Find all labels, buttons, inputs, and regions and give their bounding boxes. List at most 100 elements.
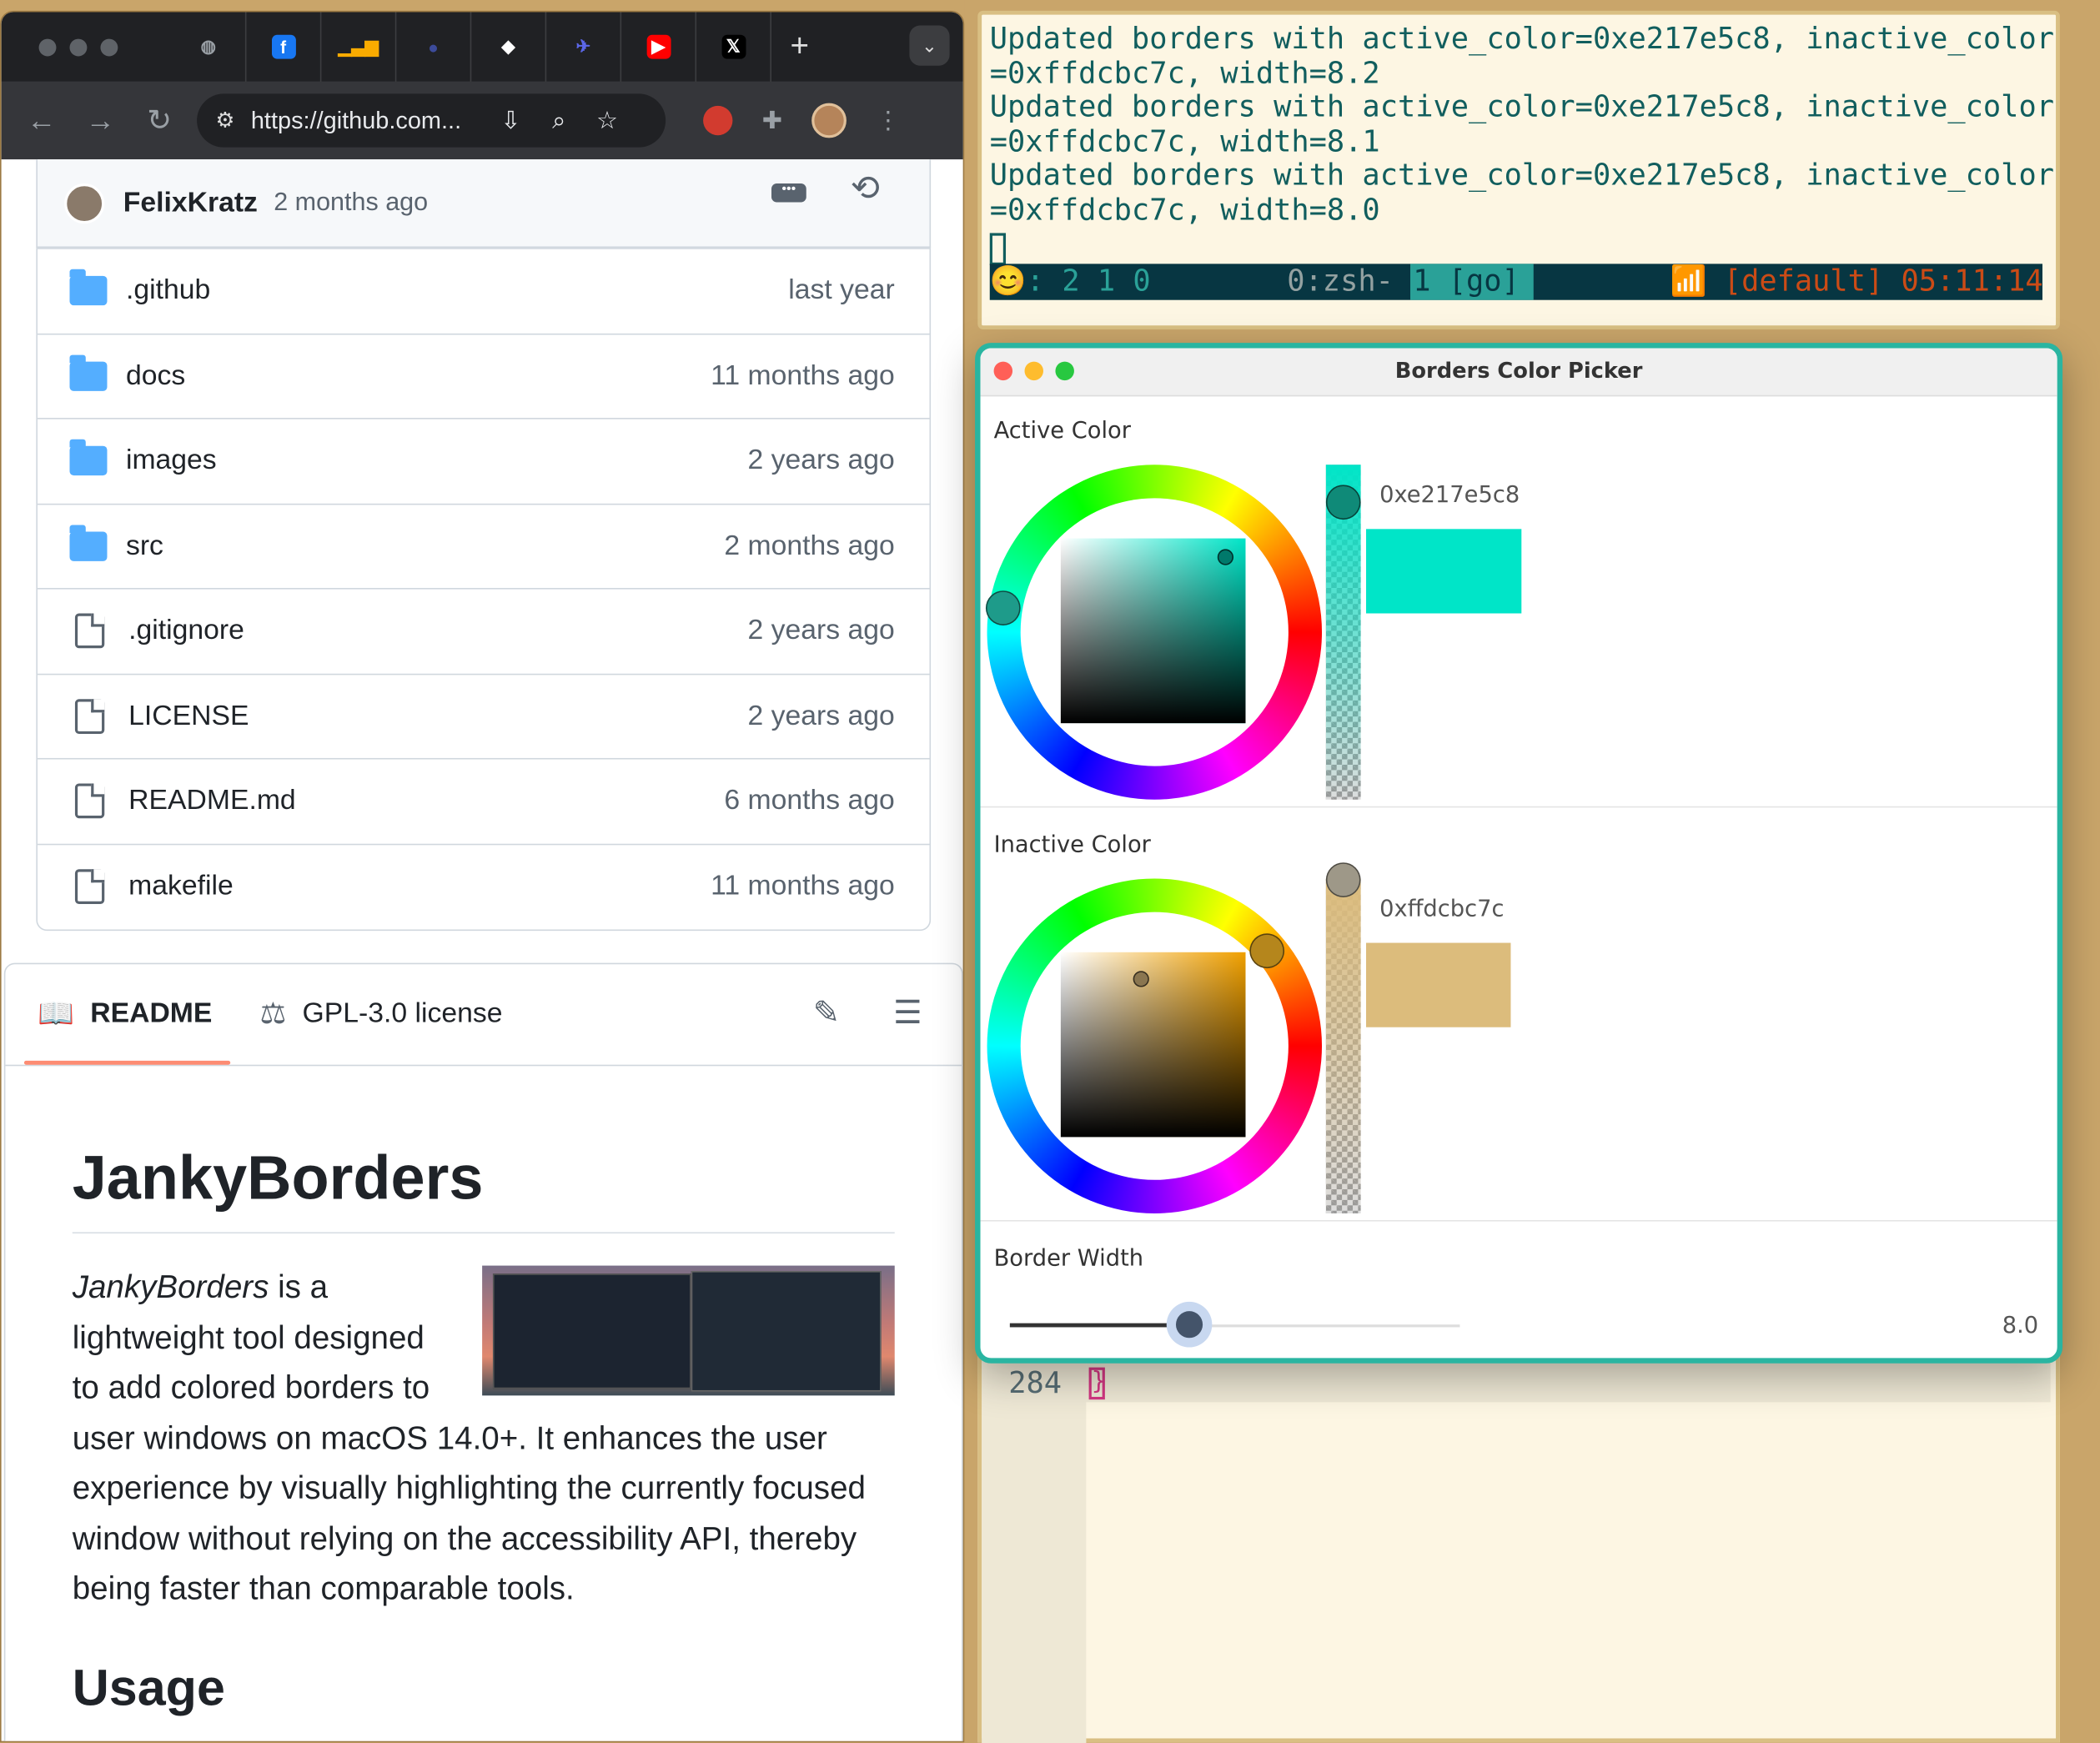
tab-strip: ◍ f ▁▃▆ ● ◆ ✈ ▶ 𝕏 + ⌄ — [1, 12, 963, 82]
install-app-icon[interactable]: ⇩ — [495, 107, 527, 135]
globe-icon: ◍ — [200, 36, 216, 57]
folder-icon — [69, 269, 108, 306]
terminal-line: Updated borders with active_color=0xe217… — [989, 23, 2054, 57]
analytics-icon: ▁▃▆ — [338, 36, 379, 57]
commit-message-toggle-icon[interactable]: ••• — [771, 183, 806, 203]
extensions-puzzle-icon[interactable]: ✚ — [762, 107, 782, 135]
browser-window: ◍ f ▁▃▆ ● ◆ ✈ ▶ 𝕏 + ⌄ ← → ↻ ⚙ https://github.co… — [0, 10, 965, 1743]
file-name[interactable]: LICENSE — [128, 700, 249, 732]
window-controls — [38, 38, 118, 56]
tab-license-label: GPL-3.0 license — [302, 997, 503, 1029]
address-bar[interactable]: ⚙ https://github.com... ⇩ ⌕ ☆ — [197, 93, 666, 148]
file-name[interactable]: makefile — [128, 871, 234, 903]
folder-icon — [69, 354, 108, 391]
terminal-line: Updated borders with active_color=0xe217… — [989, 91, 2054, 125]
file-icon — [74, 613, 105, 649]
file-name[interactable]: README.md — [128, 785, 296, 817]
outline-list-icon[interactable]: ☰ — [893, 994, 922, 1033]
border-width-value: 8.0 — [2002, 1312, 2039, 1339]
file-row[interactable]: LICENSE 2 years ago — [37, 675, 930, 760]
ad-blocker-extension-icon[interactable] — [703, 105, 733, 136]
zoom-icon[interactable]: ⌕ — [543, 107, 575, 135]
inactive-alpha-handle[interactable] — [1325, 862, 1361, 897]
width-slider-fill — [1009, 1323, 1190, 1328]
file-name[interactable]: docs — [126, 360, 185, 393]
status-right: [default] 05:11:14 — [1723, 264, 2043, 299]
active-hue-handle[interactable] — [985, 590, 1021, 625]
picker-titlebar: Borders Color Picker — [980, 348, 2057, 397]
facebook-icon: f — [271, 34, 296, 59]
inactive-color-label: Inactive Color — [993, 831, 1151, 859]
active-hex-value[interactable]: 0xe217e5c8 — [1379, 482, 1520, 509]
inactive-hue-handle[interactable] — [1249, 933, 1285, 969]
tab-license[interactable]: ⚖ GPL-3.0 license — [260, 997, 503, 1032]
file-row[interactable]: .github last year — [37, 249, 930, 334]
tab-readme[interactable]: 📖 README — [38, 997, 212, 1032]
inactive-hex-value[interactable]: 0xffdcbc7c — [1379, 896, 1504, 922]
github-icon: ● — [428, 37, 439, 58]
active-color-label: Active Color — [993, 418, 1131, 445]
zoom-window-button[interactable] — [100, 38, 118, 56]
commit-time: 2 months ago — [274, 188, 429, 217]
minimize-window-button[interactable] — [69, 38, 88, 56]
readme-title: JankyBorders — [72, 1141, 895, 1234]
file-date: 6 months ago — [724, 785, 895, 816]
reload-button[interactable]: ↻ — [130, 103, 189, 138]
file-name[interactable]: images — [126, 445, 217, 478]
browser-tab[interactable]: f — [246, 12, 322, 82]
browser-tab[interactable]: ● — [396, 12, 472, 82]
active-alpha-handle[interactable] — [1325, 485, 1361, 520]
url-text[interactable]: https://github.com... — [251, 107, 479, 135]
inactive-sv-handle[interactable] — [1133, 971, 1149, 987]
active-sv-square[interactable] — [1060, 538, 1246, 724]
active-color-swatch — [1366, 529, 1522, 614]
screenshot-image[interactable] — [482, 1265, 895, 1396]
new-tab-button[interactable]: + — [790, 28, 809, 66]
bookmark-star-icon[interactable]: ☆ — [591, 107, 624, 135]
inactive-alpha-slider[interactable] — [1325, 878, 1361, 1213]
status-window-name[interactable]: 0:zsh- — [1287, 264, 1394, 299]
file-row[interactable]: README.md 6 months ago — [37, 760, 930, 845]
browser-tab[interactable]: ▁▃▆ — [321, 12, 397, 82]
back-button[interactable]: ← — [12, 103, 71, 138]
tab-search-button[interactable]: ⌄ — [909, 25, 950, 66]
browser-menu-icon[interactable]: ⋮ — [876, 107, 900, 135]
close-window-button[interactable] — [38, 38, 57, 56]
status-session[interactable]: 1 [go] — [1410, 264, 1534, 300]
file-row[interactable]: makefile 11 months ago — [38, 845, 930, 930]
browser-tab[interactable]: ◍ — [172, 12, 247, 82]
width-slider-knob[interactable] — [1167, 1301, 1213, 1348]
forward-button[interactable]: → — [71, 103, 130, 138]
terminal-window[interactable]: Updated borders with active_color=0xe217… — [977, 10, 2060, 330]
file-row[interactable]: docs 11 months ago — [37, 334, 930, 419]
current-line-highlight — [1086, 1356, 2051, 1403]
commit-author[interactable]: FelixKratz — [123, 187, 258, 219]
author-avatar[interactable] — [64, 183, 105, 224]
scale-icon: ⚖ — [259, 996, 287, 1030]
diamond-icon: ◆ — [501, 36, 515, 57]
active-sv-handle[interactable] — [1217, 549, 1234, 565]
file-row[interactable]: src 2 months ago — [37, 505, 930, 590]
inactive-sv-square[interactable] — [1060, 952, 1246, 1138]
file-date: 11 months ago — [711, 871, 895, 902]
file-row[interactable]: .gitignore 2 years ago — [37, 590, 930, 675]
profile-avatar[interactable] — [811, 103, 847, 138]
history-icon[interactable]: ⟲ — [851, 168, 880, 209]
browser-tab[interactable]: ▶ — [621, 12, 697, 82]
browser-tab[interactable]: 𝕏 — [696, 12, 771, 82]
browser-tab[interactable]: ◆ — [471, 12, 547, 82]
site-info-icon[interactable]: ⚙ — [216, 107, 235, 133]
browser-tab[interactable]: ✈ — [546, 12, 622, 82]
file-icon — [74, 698, 105, 734]
border-width-label: Border Width — [993, 1245, 1144, 1273]
file-name[interactable]: .gitignore — [128, 615, 244, 648]
file-name[interactable]: src — [126, 530, 163, 563]
editor-window[interactable]: 284 } — [977, 1352, 2060, 1743]
file-row[interactable]: images 2 years ago — [37, 419, 930, 505]
terminal-line: =0xffdcbc7c, width=8.1 — [989, 125, 1380, 159]
file-name[interactable]: .github — [126, 275, 210, 308]
folder-icon — [69, 440, 108, 476]
picker-title: Borders Color Picker — [1394, 357, 1643, 384]
file-date: 2 years ago — [747, 615, 895, 646]
pencil-icon[interactable]: ✎ — [813, 994, 840, 1033]
